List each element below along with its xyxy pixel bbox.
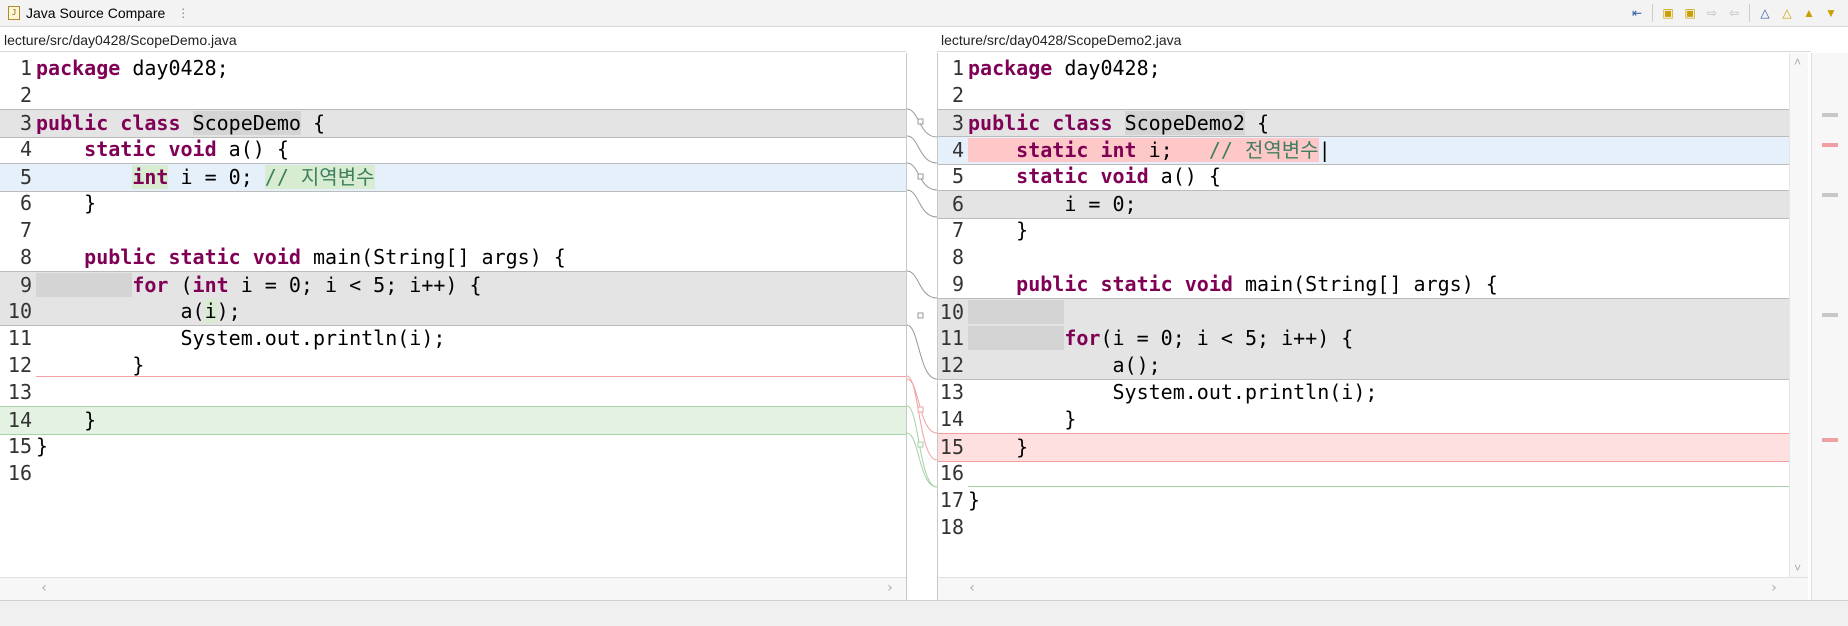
next-diff-icon[interactable]: ⇦: [1725, 4, 1743, 22]
toolbar-separator: [1652, 4, 1653, 22]
code-line-changed: 3 public class ScopeDemo2 {: [938, 109, 1808, 138]
code-line-changed: 10 a(i);: [0, 298, 906, 326]
copy-all-left-icon[interactable]: ⇤: [1628, 4, 1646, 22]
ignore-whitespace-icon[interactable]: △: [1756, 4, 1774, 22]
code-line-changed: 3 public class ScopeDemo {: [0, 109, 906, 138]
copy-right-icon[interactable]: ⇨: [1703, 4, 1721, 22]
code-line: 1 package day0428;: [19, 56, 229, 80]
code-line: 11 System.out.println(i);: [7, 326, 446, 350]
code-line: 6 }: [19, 191, 97, 215]
code-line-changed: 11 for(i = 0; i < 5; i++) {: [938, 325, 1808, 352]
code-line: 5 static void a() {: [951, 164, 1221, 188]
right-vertical-scrollbar[interactable]: ˄ ˅: [1789, 53, 1808, 578]
code-line: 16: [939, 461, 964, 485]
code-line: 14 }: [939, 407, 1077, 431]
toolbar-separator: [1749, 4, 1750, 22]
left-editor-pane[interactable]: 1 package day0428; 2 3 public class ScopeD…: [0, 53, 907, 600]
code-line-changed: 10: [938, 298, 1808, 326]
code-line: 17}: [939, 488, 981, 512]
overview-marker[interactable]: [1822, 143, 1838, 147]
code-line: 8 public static void main(String[] args)…: [19, 245, 566, 269]
scroll-left-icon[interactable]: ‹: [40, 580, 48, 596]
overview-marker[interactable]: [1822, 193, 1838, 197]
code-line-added: 14 }: [0, 406, 906, 435]
right-horizontal-scrollbar[interactable]: ‹ ›: [938, 577, 1808, 600]
prev-change-icon[interactable]: ▼: [1822, 4, 1840, 22]
next-change-icon[interactable]: ▲: [1800, 4, 1818, 22]
overview-marker[interactable]: [1822, 313, 1838, 317]
code-line: 7: [19, 218, 32, 242]
scroll-right-icon[interactable]: ›: [1770, 580, 1778, 596]
code-line: 7 }: [951, 218, 1029, 242]
code-line: 8: [951, 245, 964, 269]
code-line: 2: [19, 83, 32, 107]
left-file-path: lecture/src/day0428/ScopeDemo.java: [0, 28, 906, 52]
code-line: 13 System.out.println(i);: [939, 380, 1378, 404]
overview-marker[interactable]: [1822, 438, 1838, 442]
code-line-changed: 6 i = 0;: [938, 190, 1808, 219]
code-line-changed: 9 for (int i = 0; i < 5; i++) {: [0, 271, 906, 299]
bottom-border: [0, 600, 1848, 626]
code-line: 2: [951, 83, 964, 107]
show-ancestor-icon[interactable]: △: [1778, 4, 1796, 22]
code-line: 15}: [7, 434, 49, 458]
code-line: 4 static void a() {: [19, 137, 289, 161]
scroll-left-icon[interactable]: ‹: [968, 580, 976, 596]
code-line-changed: 5 int i = 0; // 지역변수: [0, 163, 906, 192]
scroll-down-icon[interactable]: ˅: [1794, 561, 1801, 576]
scroll-right-icon[interactable]: ›: [886, 580, 894, 596]
code-line: 12 }: [7, 353, 145, 377]
code-line: 13: [7, 380, 32, 404]
right-editor-pane[interactable]: 1 package day0428; 2 3 public class ScopeD…: [937, 53, 1808, 600]
removed-marker-line: [36, 376, 906, 377]
copy-left-icon[interactable]: ▣: [1681, 4, 1699, 22]
diff-connector-gutter: [906, 53, 938, 600]
code-line: 9 public static void main(String[] args)…: [951, 272, 1498, 296]
right-file-path: lecture/src/day0428/ScopeDemo2.java: [937, 28, 1811, 52]
scroll-up-icon[interactable]: ˄: [1794, 55, 1801, 70]
compare-title-bar: J Java Source Compare ⋮ ⇤ ▣ ▣ ⇨ ⇦ △ △ ▲ …: [0, 0, 1848, 27]
overview-marker[interactable]: [1822, 113, 1838, 117]
code-line: 18: [939, 515, 964, 539]
diff-connectors: [906, 108, 938, 488]
code-line: 16: [7, 461, 32, 485]
code-line-changed: 4 static int i; // 전역변수|: [938, 136, 1808, 165]
window-title: Java Source Compare: [26, 5, 166, 21]
compare-tab[interactable]: J Java Source Compare ⋮: [8, 5, 189, 21]
code-line-changed: 12 a();: [938, 352, 1808, 380]
copy-all-right-icon[interactable]: ▣: [1659, 4, 1677, 22]
vertical-ellipsis-icon[interactable]: ⋮: [177, 6, 189, 20]
left-horizontal-scrollbar[interactable]: ‹ ›: [0, 577, 906, 600]
code-line: 1 package day0428;: [951, 56, 1161, 80]
code-line-removed: 15 }: [938, 433, 1808, 462]
diff-overview-ruler[interactable]: [1811, 53, 1848, 600]
compare-toolbar: ⇤ ▣ ▣ ⇨ ⇦ △ △ ▲ ▼: [1628, 4, 1840, 22]
java-file-icon: J: [8, 6, 20, 20]
